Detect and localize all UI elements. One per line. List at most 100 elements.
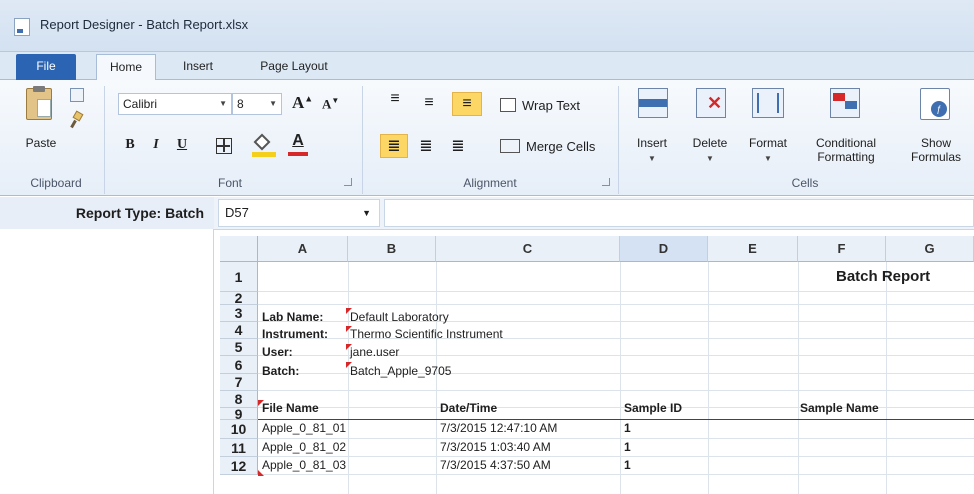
group-separator	[104, 86, 105, 194]
delete-button[interactable]: ✕ Delete ▼	[682, 86, 738, 172]
align-middle-icon[interactable]: ≡	[418, 92, 440, 114]
tab-home[interactable]: Home	[96, 54, 156, 81]
comment-marker-icon	[346, 308, 352, 314]
shrink-font-icon: A	[322, 96, 332, 112]
align-top-icon[interactable]: ≡	[384, 88, 406, 110]
fill-color-icon[interactable]	[252, 133, 276, 158]
datetime-cell[interactable]: 7/3/2015 12:47:10 AM	[440, 421, 557, 435]
format-painter-icon[interactable]	[70, 110, 84, 129]
sample-id-header[interactable]: Sample ID	[624, 401, 682, 415]
format-button[interactable]: Format ▼	[740, 86, 796, 172]
datetime-header[interactable]: Date/Time	[440, 401, 497, 415]
left-panel	[0, 197, 214, 494]
show-formulas-label-2: Formulas	[910, 150, 961, 164]
user-value[interactable]: jane.user	[350, 345, 399, 359]
tab-file[interactable]: File	[16, 54, 76, 80]
file-name-header[interactable]: File Name	[262, 401, 319, 415]
header-underline	[258, 419, 974, 420]
lab-name-value[interactable]: Default Laboratory	[350, 310, 449, 324]
format-label: Format	[748, 136, 787, 150]
font-size-select[interactable]: 8 ▼	[232, 93, 282, 115]
show-formulas-button[interactable]: ƒ Show Formulas	[898, 86, 974, 172]
name-box[interactable]: D57 ▼	[218, 199, 380, 227]
italic-button[interactable]: I	[146, 134, 166, 156]
row-header-12[interactable]: 12	[220, 457, 258, 475]
report-title-cell[interactable]: Batch Report	[836, 268, 930, 285]
align-bottom-icon[interactable]: ≡	[452, 92, 482, 116]
underline-button[interactable]: U	[172, 134, 192, 156]
align-center-icon[interactable]: ≣	[414, 134, 438, 158]
sample-id-cell[interactable]: 1	[624, 440, 631, 454]
row-header-4[interactable]: 4	[220, 322, 258, 339]
formula-input[interactable]	[384, 199, 974, 227]
comment-marker-icon	[346, 344, 352, 350]
shrink-font-button[interactable]: A▼	[322, 96, 344, 118]
name-box-value: D57	[225, 205, 249, 220]
font-group-label: Font	[217, 176, 242, 190]
paste-button[interactable]: Paste	[18, 86, 64, 160]
comment-marker-icon	[346, 362, 352, 368]
show-formulas-label-1: Show	[920, 136, 952, 150]
column-gridline	[620, 262, 621, 494]
user-label[interactable]: User:	[262, 345, 293, 359]
row-header-9[interactable]: 9	[220, 407, 258, 421]
file-name-cell[interactable]: Apple_0_81_03	[262, 458, 346, 472]
paste-icon	[26, 86, 52, 120]
grow-font-button[interactable]: A▲	[292, 93, 314, 115]
alignment-dialog-launcher-icon[interactable]	[602, 178, 610, 186]
file-name-cell[interactable]: Apple_0_81_02	[262, 440, 346, 454]
font-dialog-launcher-icon[interactable]	[344, 178, 352, 186]
chevron-down-icon: ▼	[219, 99, 227, 108]
cells-group-label: Cells	[791, 176, 819, 190]
alignment-group-label: Alignment	[463, 176, 517, 190]
row-header-11[interactable]: 11	[220, 439, 258, 457]
conditional-formatting-icon	[830, 88, 860, 118]
column-header-e[interactable]: E	[708, 236, 798, 262]
file-name-cell[interactable]: Apple_0_81_01	[262, 421, 346, 435]
sample-id-cell[interactable]: 1	[624, 421, 631, 435]
row-header-10[interactable]: 10	[220, 420, 258, 439]
batch-value[interactable]: Batch_Apple_9705	[350, 364, 451, 378]
column-header-f[interactable]: F	[798, 236, 886, 262]
lab-name-label[interactable]: Lab Name:	[262, 310, 323, 324]
borders-icon[interactable]	[216, 138, 232, 154]
row-header-3[interactable]: 3	[220, 305, 258, 322]
datetime-cell[interactable]: 7/3/2015 1:03:40 AM	[440, 440, 551, 454]
row-header-6[interactable]: 6	[220, 356, 258, 374]
column-header-a[interactable]: A	[258, 236, 348, 262]
datetime-cell[interactable]: 7/3/2015 4:37:50 AM	[440, 458, 551, 472]
row-header-2[interactable]: 2	[220, 291, 258, 305]
tab-insert[interactable]: Insert	[168, 54, 228, 80]
column-header-b[interactable]: B	[348, 236, 436, 262]
merge-cells-button[interactable]: Merge Cells	[500, 137, 610, 159]
grow-font-icon: A	[292, 93, 305, 112]
font-color-button[interactable]: A	[286, 132, 310, 158]
font-size-value: 8	[237, 97, 244, 111]
insert-button[interactable]: Insert ▼	[624, 86, 680, 172]
align-left-icon[interactable]: ≣	[380, 134, 408, 158]
row-header-7[interactable]: 7	[220, 374, 258, 391]
bold-button[interactable]: B	[120, 134, 140, 156]
font-name-select[interactable]: Calibri ▼	[118, 93, 232, 115]
sample-name-header[interactable]: Sample Name	[800, 401, 879, 415]
merge-cells-label: Merge Cells	[526, 139, 596, 154]
conditional-formatting-label-1: Conditional	[815, 136, 877, 150]
format-cells-icon	[752, 88, 784, 118]
batch-label[interactable]: Batch:	[262, 364, 299, 378]
show-formulas-icon: ƒ	[920, 88, 950, 120]
column-header-d[interactable]: D	[620, 236, 708, 262]
conditional-formatting-button[interactable]: Conditional Formatting	[800, 86, 892, 172]
instrument-value[interactable]: Thermo Scientific Instrument	[350, 327, 503, 341]
wrap-text-button[interactable]: Wrap Text	[500, 96, 600, 118]
align-right-icon[interactable]: ≣	[446, 134, 470, 158]
copy-icon[interactable]	[70, 88, 84, 102]
row-header-1[interactable]: 1	[220, 262, 258, 292]
sample-id-cell[interactable]: 1	[624, 458, 631, 472]
app-icon	[14, 18, 30, 36]
row-header-5[interactable]: 5	[220, 339, 258, 356]
tab-page-layout[interactable]: Page Layout	[244, 54, 344, 80]
column-header-g[interactable]: G	[886, 236, 974, 262]
column-header-c[interactable]: C	[436, 236, 620, 262]
select-all-corner[interactable]	[220, 236, 258, 262]
instrument-label[interactable]: Instrument:	[262, 327, 328, 341]
